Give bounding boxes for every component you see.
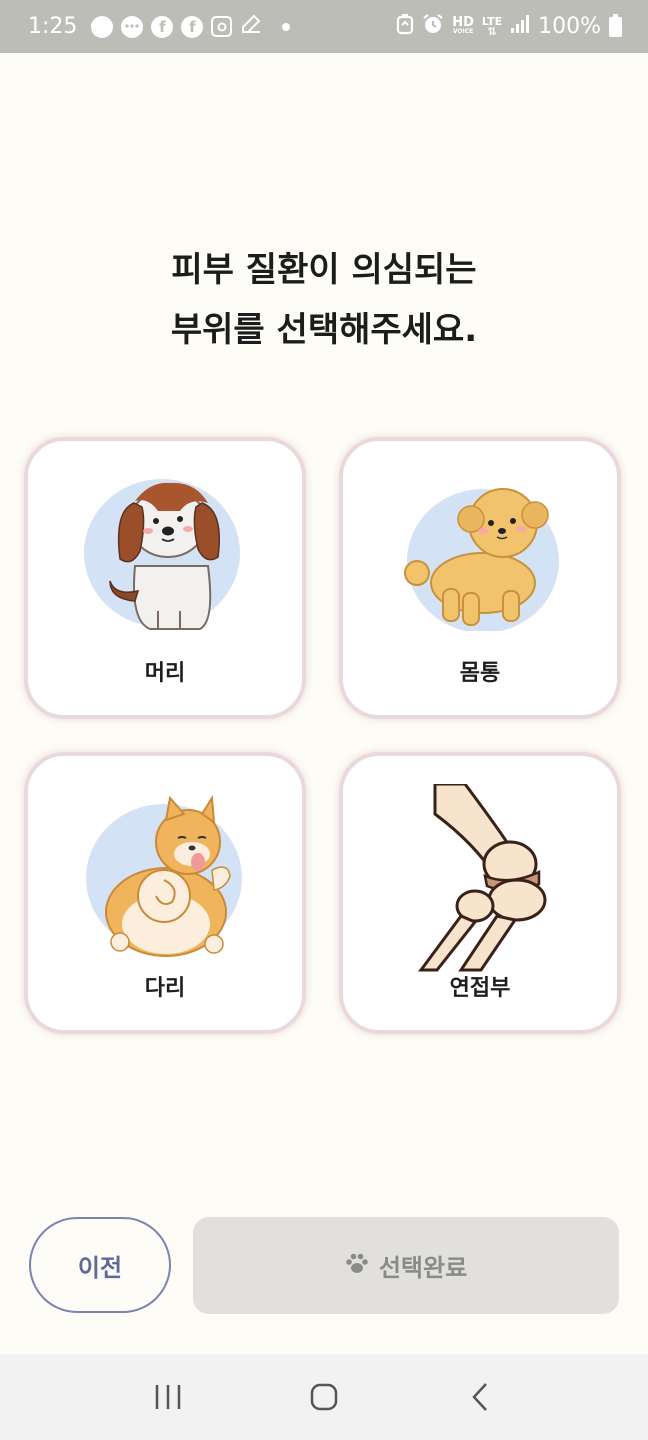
lte-icon: LTE ⇅: [482, 16, 502, 38]
poodle-dog-icon: [395, 471, 565, 635]
instagram-icon: [211, 16, 233, 37]
status-bar: 1:25 f f HD VOICE LTE ⇅ 100%: [0, 0, 648, 53]
prev-button[interactable]: 이전: [29, 1217, 171, 1313]
page-title: 피부 질환이 의심되는 부위를 선택해주세요.: [0, 240, 648, 360]
option-card-leg[interactable]: 다리: [24, 752, 306, 1034]
recent-apps-icon[interactable]: [148, 1377, 188, 1417]
option-card-head[interactable]: 머리: [24, 437, 306, 719]
joint-bone-icon: [405, 782, 555, 978]
title-line-1: 피부 질환이 의심되는: [171, 250, 477, 290]
prev-button-label: 이전: [77, 1253, 123, 1282]
title-line-2: 부위를 선택해주세요.: [170, 310, 478, 350]
edit-icon: [240, 13, 262, 41]
option-label: 몸통: [459, 661, 501, 686]
lte-arrows: ⇅: [487, 24, 497, 38]
paw-icon: [345, 1252, 369, 1280]
beagle-dog-icon: [80, 471, 250, 635]
option-card-torso[interactable]: 몸통: [339, 437, 621, 719]
status-right: HD VOICE LTE ⇅ 100%: [396, 13, 622, 41]
facebook-icon: f: [181, 15, 204, 38]
battery-percent: 100%: [538, 14, 601, 39]
notification-dot: [282, 22, 291, 31]
talk-icon: [91, 15, 114, 38]
hd-voice-icon: HD VOICE: [452, 15, 474, 35]
shiba-dog-icon: [80, 792, 250, 966]
hd-label: HD: [452, 15, 474, 30]
battery-icon: [609, 13, 622, 37]
option-label: 머리: [144, 661, 186, 686]
select-done-label: 선택완료: [378, 1254, 468, 1282]
option-label: 연접부: [449, 976, 511, 1001]
home-icon[interactable]: [304, 1377, 344, 1417]
status-left: 1:25 f f: [28, 13, 291, 41]
status-time: 1:25: [28, 14, 78, 39]
navigation-bar: [0, 1354, 648, 1440]
voice-label: VOICE: [452, 28, 474, 35]
option-card-joint[interactable]: 연접부: [339, 752, 621, 1034]
back-icon[interactable]: [460, 1377, 500, 1417]
select-done-button[interactable]: 선택완료: [193, 1217, 619, 1314]
signal-icon: [510, 14, 530, 40]
facebook-icon: f: [151, 15, 174, 38]
alarm-clock-icon: [396, 13, 414, 41]
option-label: 다리: [144, 976, 186, 1001]
alarm-icon: [422, 13, 444, 41]
chat-icon: [121, 15, 144, 38]
